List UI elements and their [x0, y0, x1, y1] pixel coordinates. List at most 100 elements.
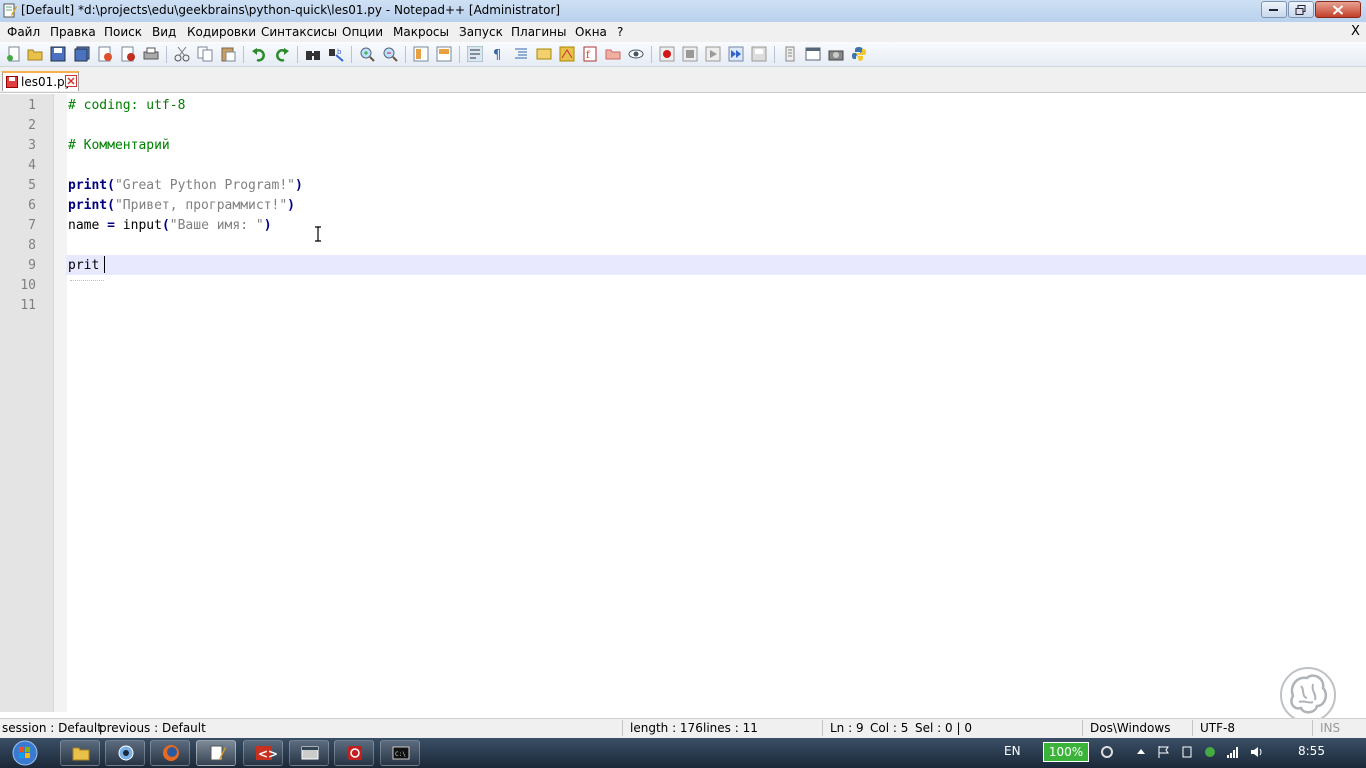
tray-battery[interactable]: 100% [1043, 742, 1089, 762]
paren-token: ( [107, 198, 115, 213]
device-icon[interactable] [1180, 745, 1194, 759]
taskbar-app-pdf[interactable] [334, 740, 374, 766]
monitor-icon[interactable] [628, 46, 644, 62]
menu-options[interactable]: Опции [342, 25, 383, 39]
zoom-in-icon[interactable] [359, 46, 375, 62]
doc-map-icon[interactable] [559, 46, 575, 62]
toolbar-separator [459, 46, 460, 63]
line-number: 1 [28, 98, 36, 113]
signal-strength-icon[interactable] [1226, 745, 1240, 759]
indent-guide-icon[interactable] [513, 46, 529, 62]
status-encoding[interactable]: UTF-8 [1200, 721, 1235, 735]
line-number: 10 [20, 278, 36, 293]
action-center-flag-icon[interactable] [1157, 745, 1171, 759]
close-all-icon[interactable] [120, 46, 136, 62]
close-doc-icon[interactable] [97, 46, 113, 62]
menu-file[interactable]: Файл [7, 25, 40, 39]
open-file-icon[interactable] [27, 46, 43, 62]
network-activity-icon[interactable] [1203, 745, 1217, 759]
save-icon[interactable] [50, 46, 66, 62]
code-line-3: # Комментарий [68, 138, 170, 153]
console-icon[interactable] [805, 46, 821, 62]
menu-view[interactable]: Вид [152, 25, 176, 39]
stop-macro-icon[interactable] [682, 46, 698, 62]
editor-area[interactable]: 1 2 3 4 5 6 7 8 9 10 11 # coding: utf-8 … [0, 94, 1366, 712]
show-all-chars-icon[interactable]: ¶ [490, 46, 506, 62]
taskbar-notepadpp[interactable] [196, 740, 236, 766]
code-line-7: name = input("Ваше имя: ") [68, 218, 272, 233]
paste-icon[interactable] [220, 46, 236, 62]
sync-vertical-icon[interactable] [413, 46, 429, 62]
tray-language[interactable]: EN [1004, 744, 1021, 758]
minimize-button[interactable] [1261, 1, 1287, 18]
taskbar-settings[interactable] [105, 740, 145, 766]
menu-syntax[interactable]: Синтаксисы [261, 25, 337, 39]
menu-edit[interactable]: Правка [50, 25, 96, 39]
maximize-button[interactable] [1288, 1, 1314, 18]
line-number: 7 [28, 218, 36, 233]
menu-encoding[interactable]: Кодировки [187, 25, 256, 39]
code-line-6: print("Привет, программист!") [68, 198, 295, 213]
close-window-button[interactable] [1315, 1, 1361, 18]
fold-margin[interactable] [53, 94, 67, 712]
window-title: [Default] *d:\projects\edu\geekbrains\py… [21, 3, 561, 17]
line-number: 11 [20, 298, 36, 313]
play-macro-icon[interactable] [705, 46, 721, 62]
close-document-button[interactable]: X [1351, 24, 1360, 39]
taskbar-app-window[interactable] [289, 740, 329, 766]
status-sel: Sel : 0 | 0 [915, 721, 972, 735]
replace-icon[interactable]: b [328, 46, 344, 62]
ibeam-cursor-icon [315, 226, 321, 242]
python-icon[interactable] [851, 46, 867, 62]
menu-help[interactable]: ? [617, 25, 623, 39]
taskbar-app-red[interactable]: <> [243, 740, 283, 766]
windows-start-icon[interactable] [8, 740, 42, 766]
sync-horizontal-icon[interactable] [436, 46, 452, 62]
taskbar-explorer[interactable] [60, 740, 100, 766]
cut-icon[interactable] [174, 46, 190, 62]
sync-icon[interactable] [1100, 745, 1114, 759]
comment-token: # coding: utf-8 [68, 98, 186, 113]
svg-text:b: b [337, 48, 342, 56]
new-file-icon[interactable] [6, 46, 22, 62]
minimize-icon [1269, 8, 1278, 11]
find-icon[interactable] [305, 46, 321, 62]
tab-les01[interactable]: les01.py [2, 71, 79, 91]
undo-icon[interactable] [251, 46, 267, 62]
launch-icon[interactable] [828, 46, 844, 62]
run-macro-multiple-icon[interactable] [728, 46, 744, 62]
line-number: 6 [28, 198, 36, 213]
save-macro-icon[interactable] [751, 46, 767, 62]
plugin-icon[interactable] [782, 46, 798, 62]
word-wrap-icon[interactable] [467, 46, 483, 62]
function-list-icon[interactable]: f [582, 46, 598, 62]
status-eol[interactable]: Dos\Windows [1090, 721, 1170, 735]
show-hidden-icons-chevron-icon[interactable] [1134, 745, 1148, 759]
line-number: 3 [28, 138, 36, 153]
tray-clock[interactable]: 8:55 [1298, 744, 1325, 758]
save-all-icon[interactable] [74, 46, 90, 62]
toolbar-separator [651, 46, 652, 63]
taskbar-cmd[interactable]: C:\ [380, 740, 420, 766]
menu-windows[interactable]: Окна [575, 25, 607, 39]
copy-icon[interactable] [197, 46, 213, 62]
record-macro-icon[interactable] [659, 46, 675, 62]
menu-search[interactable]: Поиск [104, 25, 142, 39]
redo-icon[interactable] [274, 46, 290, 62]
firefox-icon [163, 745, 179, 761]
tab-close-icon[interactable] [65, 75, 77, 87]
user-lang-icon[interactable] [536, 46, 552, 62]
toolbar-separator [774, 46, 775, 63]
zoom-out-icon[interactable] [382, 46, 398, 62]
print-icon[interactable] [143, 46, 159, 62]
taskbar-firefox[interactable] [150, 740, 190, 766]
folder-workspace-icon[interactable] [605, 46, 621, 62]
volume-icon[interactable] [1250, 745, 1264, 759]
menu-macros[interactable]: Макросы [393, 25, 449, 39]
menu-run[interactable]: Запуск [459, 25, 503, 39]
keyword-token: print [68, 178, 108, 193]
current-line-highlight [66, 255, 1366, 275]
notepadpp-app-icon[interactable] [3, 3, 17, 18]
notepadpp-icon [210, 745, 226, 761]
menu-plugins[interactable]: Плагины [511, 25, 566, 39]
